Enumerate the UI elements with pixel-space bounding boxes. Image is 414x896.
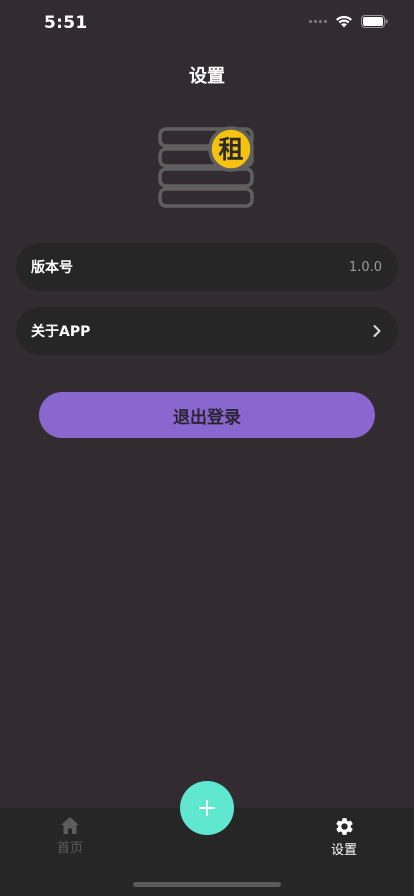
- logo-badge-text: 租: [218, 135, 243, 164]
- cellular-signal-icon: [309, 20, 327, 23]
- version-label: 版本号: [31, 260, 73, 276]
- about-app-row[interactable]: 关于APP: [16, 307, 398, 355]
- battery-icon: [361, 15, 388, 28]
- home-indicator: [133, 882, 281, 887]
- status-icons: [309, 15, 388, 28]
- tab-settings-label: 设置: [330, 843, 357, 858]
- version-value: 1.0.0: [348, 259, 382, 275]
- home-icon: [61, 817, 79, 834]
- tab-settings[interactable]: 设置: [304, 816, 384, 858]
- logout-button[interactable]: 退出登录: [39, 392, 375, 438]
- about-app-label: 关于APP: [31, 324, 91, 340]
- page-title: 设置: [189, 66, 225, 87]
- wifi-icon: [336, 15, 352, 28]
- status-time: 5:51: [44, 13, 88, 33]
- tab-home-label: 首页: [56, 841, 83, 856]
- app-logo: 租: [158, 126, 254, 208]
- version-row: 版本号 1.0.0: [16, 243, 398, 291]
- plus-icon: [199, 800, 215, 816]
- chevron-right-icon: [373, 325, 381, 337]
- status-bar: 5:51: [0, 0, 414, 48]
- tab-home[interactable]: 首页: [30, 816, 110, 856]
- gear-icon: [335, 818, 353, 835]
- add-button[interactable]: [180, 781, 234, 835]
